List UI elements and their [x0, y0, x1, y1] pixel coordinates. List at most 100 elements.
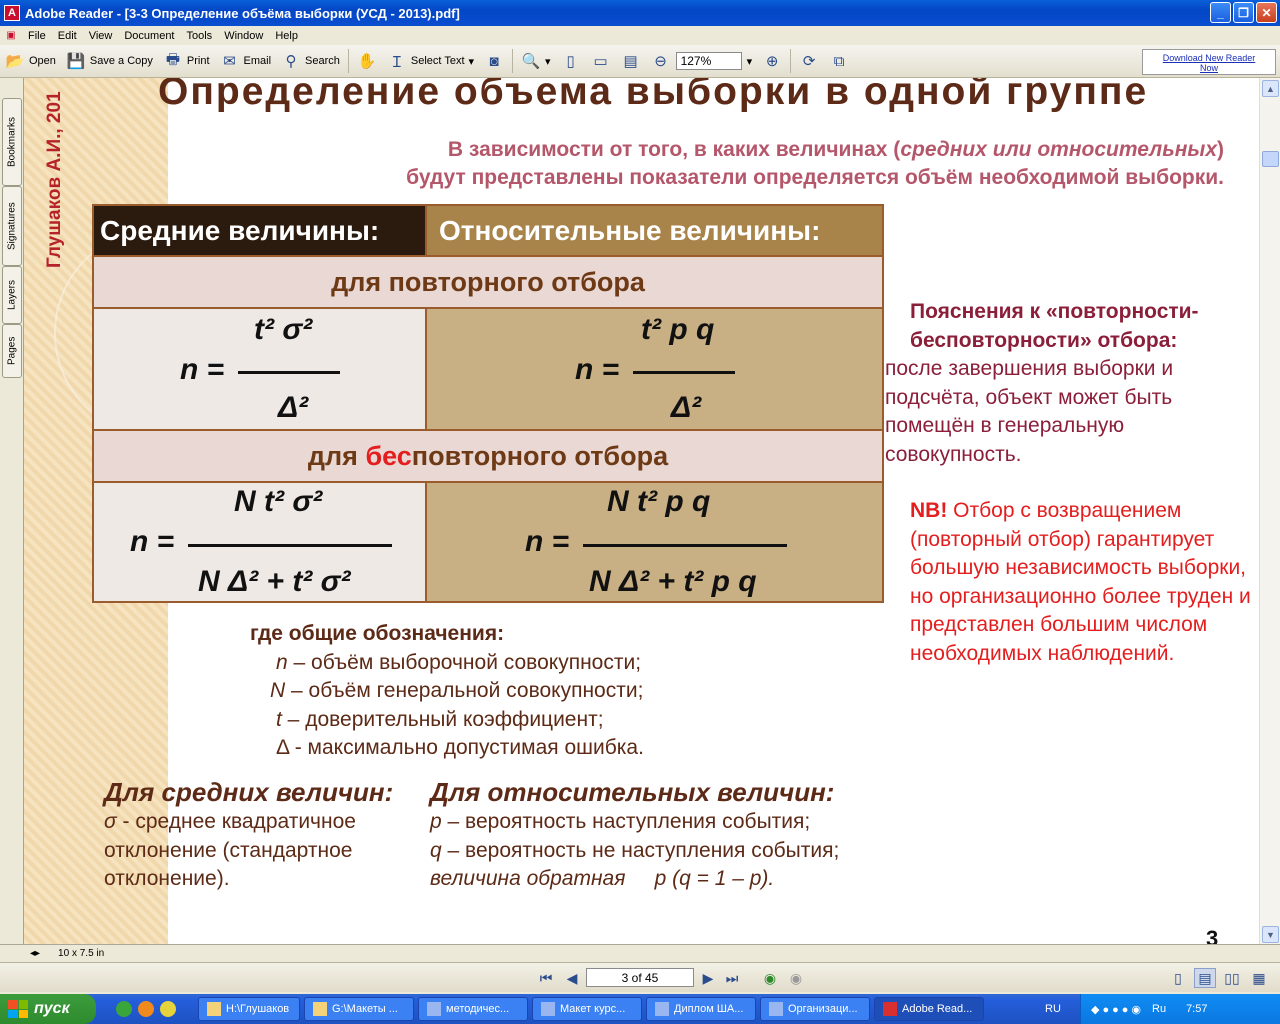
go-back-button[interactable]: ◉ — [760, 968, 780, 988]
fit-page-button[interactable]: ▭ — [586, 48, 616, 74]
menu-bar: ▣ File Edit View Document Tools Window H… — [0, 26, 1280, 45]
nb-label: NB! — [910, 499, 948, 522]
email-button[interactable]: ✉ Email — [215, 48, 277, 74]
taskbar-item[interactable]: методичес... — [418, 997, 528, 1021]
actual-size-button[interactable]: ▯ — [556, 48, 586, 74]
title-bar: A Adobe Reader - [3-3 Определение объёма… — [0, 0, 1280, 26]
continuous-view-button[interactable]: ▤ — [1194, 968, 1216, 988]
taskbar-item-label: H:\Глушаков — [226, 1003, 290, 1015]
legend-text: – объём генеральной совокупности; — [285, 679, 644, 702]
adobe-reader-icon — [883, 1002, 897, 1016]
tray-language[interactable]: Ru — [1152, 1003, 1166, 1015]
restore-button[interactable]: ❐ — [1233, 2, 1254, 23]
menu-tools[interactable]: Tools — [181, 30, 219, 42]
select-text-button[interactable]: Ｉ Select Text ▾ — [382, 48, 479, 74]
tab-pages[interactable]: Pages — [2, 324, 22, 378]
means-notes: Для средних величин: σ - среднее квадрат… — [104, 776, 393, 894]
previous-page-button[interactable]: ◀ — [562, 968, 582, 988]
formula-lhs: n = — [130, 525, 175, 558]
taskbar-item[interactable]: G:\Макеты ... — [304, 997, 414, 1021]
continuous-facing-view-button[interactable]: ▦ — [1248, 968, 1270, 988]
scroll-up-button[interactable]: ▲ — [1262, 80, 1279, 97]
go-forward-button[interactable]: ◉ — [786, 968, 806, 988]
formula-numerator: t² σ² — [254, 313, 313, 346]
window-controls: _ ❐ ✕ — [1210, 2, 1277, 23]
legend-symbol: Δ — [276, 736, 289, 759]
menu-help[interactable]: Help — [269, 30, 304, 42]
facing-view-button[interactable]: ▯▯ — [1222, 968, 1242, 988]
menu-view[interactable]: View — [83, 30, 119, 42]
fit-width-button[interactable]: ▤ — [616, 48, 646, 74]
tab-signatures[interactable]: Signatures — [2, 186, 22, 266]
minimize-button[interactable]: _ — [1210, 2, 1231, 23]
search-button[interactable]: ⚲ Search — [276, 48, 345, 74]
zoom-out-button[interactable]: ⊖ — [646, 48, 676, 74]
taskbar-item[interactable]: Макет курс... — [532, 997, 642, 1021]
menu-document[interactable]: Document — [118, 30, 180, 42]
menu-file[interactable]: File — [22, 30, 52, 42]
start-button[interactable]: пуск — [0, 994, 96, 1024]
formula-numerator: N t² σ² — [234, 485, 323, 518]
print-label: Print — [186, 55, 210, 67]
zoom-in-button[interactable]: ⊕ — [757, 48, 787, 74]
q-symbol: q — [430, 838, 442, 862]
download-reader-line2: Now — [1199, 63, 1218, 73]
page-size: 10 x 7.5 in — [58, 948, 105, 959]
taskbar-item-active[interactable]: Adobe Read... — [874, 997, 984, 1021]
save-copy-button[interactable]: 💾 Save a Copy — [61, 48, 158, 74]
first-page-button[interactable]: ⏮ — [536, 968, 556, 988]
zoom-dropdown[interactable]: ▾ — [742, 48, 758, 74]
formula-no-repeat-means: N t² σ² n = N Δ² + t² σ² — [92, 481, 427, 603]
scroll-down-button[interactable]: ▼ — [1262, 926, 1279, 943]
menu-edit[interactable]: Edit — [52, 30, 83, 42]
download-reader-link[interactable]: Download New Reader Now — [1142, 49, 1276, 75]
close-button[interactable]: ✕ — [1256, 2, 1277, 23]
email-icon: ✉ — [223, 53, 236, 70]
pages-button[interactable]: ⧉ — [824, 48, 854, 74]
last-page-button[interactable]: ⏭ — [722, 968, 742, 988]
open-button[interactable]: 📂 Open — [0, 48, 61, 74]
rotate-button[interactable]: ⟳ — [794, 48, 824, 74]
print-button[interactable]: 🖶 Print — [158, 48, 215, 74]
tray-icons[interactable]: ◆●●●◉ — [1091, 1003, 1144, 1016]
quicklaunch-icon[interactable] — [116, 1001, 132, 1017]
snapshot-button[interactable]: ◙ — [479, 48, 509, 74]
zoom-level-input[interactable]: 127% — [675, 52, 742, 70]
menu-window[interactable]: Window — [218, 30, 269, 42]
taskbar-item[interactable]: H:\Глушаков — [198, 997, 300, 1021]
taskbar-item[interactable]: Диплом ША... — [646, 997, 756, 1021]
chrome-icon[interactable] — [160, 1001, 176, 1017]
legend-symbol: n — [276, 650, 288, 674]
vertical-scrollbar[interactable]: ▲ ▼ — [1259, 78, 1280, 944]
quick-launch — [116, 1001, 194, 1017]
page-number-input[interactable]: 3 of 45 — [586, 968, 694, 987]
navigation-pane-tabs: Bookmarks Signatures Layers Pages — [0, 78, 24, 944]
taskbar-item-label: G:\Макеты ... — [332, 1003, 398, 1015]
chevron-down-icon[interactable]: ▾ — [469, 55, 475, 68]
single-page-view-button[interactable]: ▯ — [1168, 968, 1188, 988]
firefox-icon[interactable] — [138, 1001, 154, 1017]
chevron-down-icon[interactable]: ▾ — [545, 55, 551, 68]
language-indicator[interactable]: RU — [1045, 1003, 1061, 1015]
document-view[interactable]: Глушаков А.И., 201 Определение объема вы… — [24, 78, 1259, 944]
scroll-thumb[interactable] — [1262, 151, 1279, 167]
subtitle-text-b: ) — [1217, 138, 1224, 161]
status-arrows-icon[interactable]: ◂▸ — [30, 948, 40, 959]
toolbar-separator — [512, 49, 514, 73]
zoom-tool-button[interactable]: 🔍 ▾ — [516, 48, 556, 74]
formula-denominator: N Δ² + t² p q — [589, 565, 757, 598]
tab-layers[interactable]: Layers — [2, 266, 22, 324]
means-line-2: отклонение (стандартное — [104, 838, 353, 862]
next-page-button[interactable]: ▶ — [698, 968, 718, 988]
zoom-in-icon: 🔍 — [521, 53, 541, 70]
adobe-reader-window: A Adobe Reader - [3-3 Определение объёма… — [0, 0, 1280, 1024]
tab-bookmarks[interactable]: Bookmarks — [2, 98, 22, 186]
fraction-bar — [633, 371, 735, 374]
hand-tool-button[interactable]: ✋ — [352, 48, 382, 74]
column-header-relative: Относительные величины: — [425, 204, 884, 257]
taskbar-item[interactable]: Организаци... — [760, 997, 870, 1021]
relative-line-p: p – вероятность наступления события; — [430, 808, 839, 837]
camera-icon: ◙ — [489, 52, 499, 70]
slide-heading: Определение объема выборки в одной групп… — [158, 78, 1149, 113]
document-menu-icon[interactable]: ▣ — [4, 29, 18, 43]
